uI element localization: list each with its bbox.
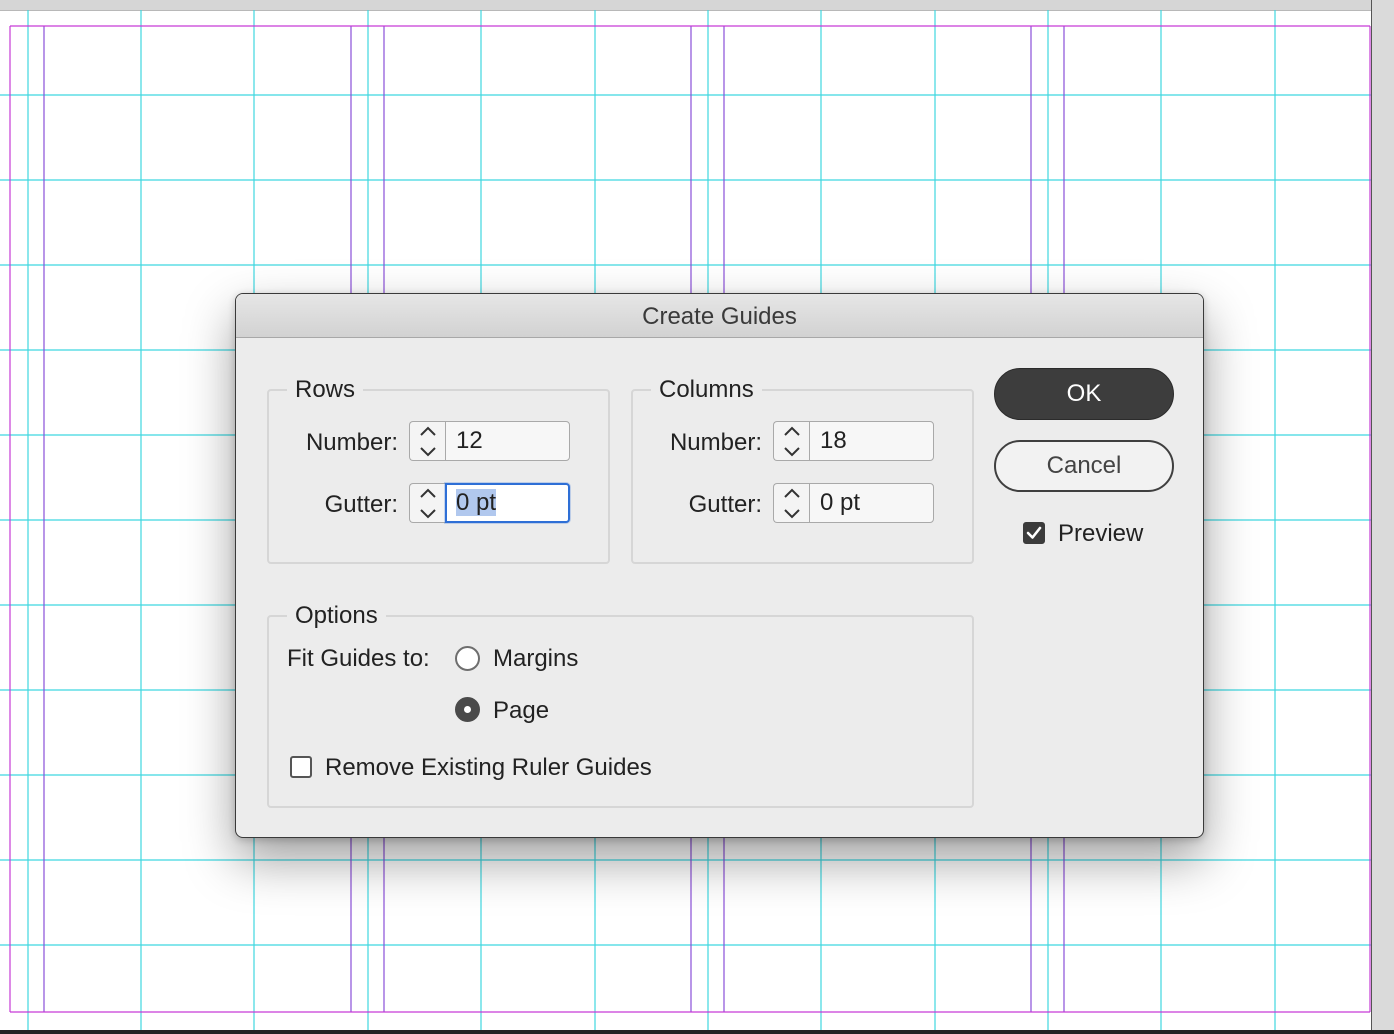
rows-gutter-stepper[interactable]: [409, 483, 445, 523]
rows-number-stepper[interactable]: [409, 421, 445, 461]
chevron-down-icon[interactable]: [774, 442, 810, 462]
margins-radio[interactable]: [455, 646, 480, 671]
fit-guides-label: Fit Guides to:: [287, 645, 430, 672]
rows-legend: Rows: [295, 376, 356, 403]
chevron-down-icon[interactable]: [410, 504, 446, 524]
rows-gutter-label: Gutter:: [324, 491, 398, 518]
remove-guides-label[interactable]: Remove Existing Ruler Guides: [325, 753, 652, 783]
cancel-button[interactable]: Cancel: [994, 440, 1174, 492]
checkmark-icon: [1026, 526, 1042, 539]
page-radio-label[interactable]: Page: [493, 696, 549, 726]
dialog-title-bar: Create Guides: [236, 294, 1203, 338]
columns-legend: Columns: [659, 376, 754, 403]
margins-radio-label[interactable]: Margins: [493, 644, 578, 674]
chevron-up-icon[interactable]: [774, 422, 810, 442]
rows-gutter-input[interactable]: 0 pt: [445, 483, 570, 523]
selected-text: 0 pt: [456, 489, 497, 516]
create-guides-dialog: Create Guides Rows Number: 12 Gutter: 0 …: [235, 293, 1204, 838]
dialog-title: Create Guides: [642, 303, 797, 330]
ok-button[interactable]: OK: [994, 368, 1174, 420]
pasteboard-scrollbar[interactable]: [1371, 0, 1394, 1034]
rows-number-input[interactable]: 12: [445, 421, 570, 461]
remove-guides-checkbox[interactable]: [290, 756, 312, 778]
columns-number-input[interactable]: 18: [809, 421, 934, 461]
page-radio[interactable]: [455, 697, 480, 722]
chevron-down-icon[interactable]: [410, 442, 446, 462]
canvas-bottom-edge: [0, 1030, 1394, 1034]
chevron-up-icon[interactable]: [410, 422, 446, 442]
columns-gutter-input[interactable]: 0 pt: [809, 483, 934, 523]
rows-number-label: Number:: [305, 429, 398, 456]
columns-number-stepper[interactable]: [773, 421, 809, 461]
rows-group: Rows: [267, 376, 610, 564]
columns-number-label: Number:: [669, 429, 762, 456]
chevron-up-icon[interactable]: [410, 484, 446, 504]
columns-gutter-label: Gutter:: [688, 491, 762, 518]
options-legend: Options: [295, 602, 378, 629]
preview-checkbox[interactable]: [1023, 522, 1045, 544]
chevron-up-icon[interactable]: [774, 484, 810, 504]
preview-label[interactable]: Preview: [1058, 519, 1143, 549]
columns-gutter-stepper[interactable]: [773, 483, 809, 523]
chevron-down-icon[interactable]: [774, 504, 810, 524]
columns-group: Columns: [631, 376, 974, 564]
